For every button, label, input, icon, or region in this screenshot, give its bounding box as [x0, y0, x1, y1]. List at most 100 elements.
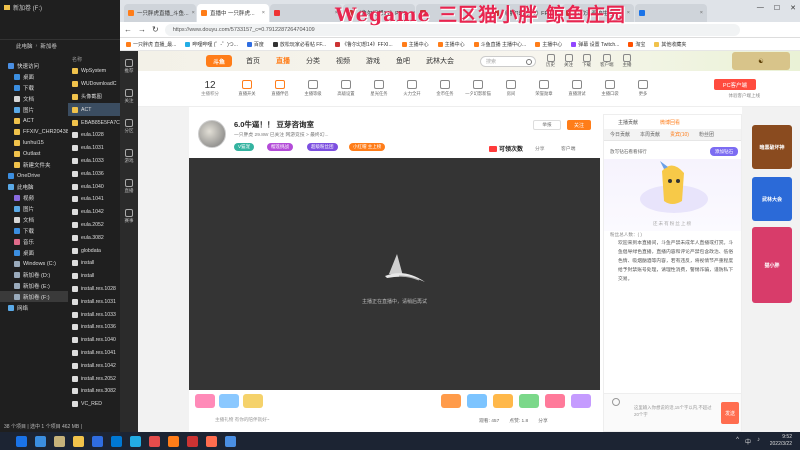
left-rail-item[interactable]: 赛事 — [120, 201, 138, 231]
bookmark-item[interactable]: 主播中心 — [401, 41, 429, 48]
anchor-tool-item[interactable]: 房间 — [498, 80, 524, 97]
list-item[interactable]: eula.1040 — [68, 180, 120, 193]
list-item[interactable]: eula.3082 — [68, 231, 120, 244]
chat-tab[interactable]: 贵宾(10) — [670, 131, 689, 138]
nav-item[interactable]: OneDrive — [0, 170, 68, 181]
list-item[interactable]: WpSystem — [68, 65, 120, 78]
anchor-tool-item[interactable]: 主播等级 — [300, 80, 326, 97]
taskbar-clock[interactable]: 9:52 2022/3/22 — [770, 434, 792, 448]
header-icon-item[interactable]: 客户端 — [600, 54, 614, 68]
anchor-tool-item[interactable]: 主播口袋 — [597, 80, 623, 97]
left-rail-item[interactable]: 游戏 — [120, 141, 138, 171]
column-header-name[interactable]: 名称 — [68, 56, 120, 65]
anchor-tool-item[interactable]: 更多 — [630, 80, 656, 97]
anchor-tool-item[interactable]: 高级设置 — [333, 80, 359, 97]
browser-tab[interactable]: 直播中 一只胖虎... × — [197, 4, 269, 22]
follow-button[interactable]: 关注 — [567, 120, 591, 130]
left-rail-item[interactable]: 关注 — [120, 81, 138, 111]
bookmark-item[interactable]: 哔哩哔哩 (゜-゜)つ... — [185, 41, 238, 48]
left-rail-item[interactable]: 分区 — [120, 111, 138, 141]
claim-count-button[interactable]: 可领次数 — [489, 144, 523, 153]
room-tag[interactable]: V猫宠 — [234, 143, 255, 151]
anchor-tool-item[interactable]: 火力全开 — [399, 80, 425, 97]
header-icon-item[interactable]: 历史 — [546, 54, 555, 68]
list-item[interactable]: eula.1031 — [68, 142, 120, 155]
header-icon-item[interactable]: 关注 — [564, 54, 573, 68]
nav-item[interactable]: 音乐 — [0, 236, 68, 247]
close-tab-icon[interactable]: × — [262, 10, 265, 16]
chat-tab[interactable]: 今日贡献 — [610, 131, 630, 138]
list-item[interactable]: VC_RED — [68, 398, 120, 411]
list-item[interactable]: globdata — [68, 244, 120, 257]
list-item[interactable]: eula.1028 — [68, 129, 120, 142]
browser-tab[interactable]: 一只胖虎直播_斗鱼... × — [124, 4, 196, 22]
ad-banner[interactable]: 暗黑破坏神 — [752, 125, 792, 169]
list-item[interactable]: install.res.1033 — [68, 308, 120, 321]
client-button[interactable]: 客户端 — [561, 145, 575, 152]
nav-item[interactable]: lunhui15 — [0, 137, 68, 148]
taskbar-app-icon[interactable] — [92, 435, 103, 447]
header-icon-item[interactable]: 主播 — [623, 54, 632, 68]
taskbar-app-icon[interactable] — [16, 435, 27, 447]
nav-item[interactable]: 新加卷 (F:) — [0, 291, 68, 302]
chat-top-link[interactable]: 微博回看 — [660, 119, 680, 126]
video-player[interactable]: 主播正在直播中，请稍后再试 — [189, 158, 600, 390]
gift-item[interactable] — [545, 394, 565, 408]
bookmark-item[interactable]: 弹幕 设置 Twitch... — [571, 41, 619, 48]
site-nav-item[interactable]: 武林大会 — [426, 56, 454, 66]
nav-item[interactable]: 桌面 — [0, 247, 68, 258]
close-icon[interactable]: ✕ — [790, 4, 796, 12]
bookmark-item[interactable]: 主播中心 — [437, 41, 465, 48]
refresh-icon[interactable]: ↻ — [152, 25, 159, 34]
list-item[interactable]: install.res.1040 — [68, 334, 120, 347]
site-nav-item[interactable]: 直播 — [276, 56, 290, 66]
taskbar-app-icon[interactable] — [54, 435, 65, 447]
bookmark-item[interactable]: 百度 — [246, 41, 264, 48]
address-segment[interactable]: 此电脑 — [16, 42, 33, 50]
browser-tab[interactable]: × — [635, 4, 707, 22]
nav-item[interactable]: 文档 — [0, 214, 68, 225]
nav-item[interactable]: 此电脑 — [0, 181, 68, 192]
anchor-tool-item[interactable]: 直播开关 — [234, 80, 260, 97]
chat-tab[interactable]: 本周贡献 — [640, 131, 660, 138]
nav-item[interactable]: 新建文件夹 — [0, 159, 68, 170]
gift-item[interactable] — [571, 394, 591, 408]
share-button[interactable]: 分享 — [535, 145, 545, 152]
taskbar-app-icon[interactable] — [168, 435, 179, 447]
taskbar-app-icon[interactable] — [206, 435, 217, 447]
gift-item[interactable] — [493, 394, 513, 408]
nav-item[interactable]: 网络 — [0, 302, 68, 313]
bookmark-item[interactable]: 斗鱼直播 主播中心... — [473, 41, 526, 48]
list-item[interactable]: eula.1036 — [68, 167, 120, 180]
ad-banner[interactable]: 武林大会 — [752, 177, 792, 221]
nav-item[interactable]: 新加卷 (E:) — [0, 280, 68, 291]
taskbar-app-icon[interactable] — [35, 435, 46, 447]
nav-item[interactable]: 图片 — [0, 104, 68, 115]
list-item[interactable]: WUDownloadC — [68, 78, 120, 91]
avatar[interactable] — [198, 120, 226, 148]
gift-item[interactable] — [519, 394, 539, 408]
maximize-icon[interactable]: ☐ — [774, 4, 780, 12]
send-button[interactable]: 发送 — [721, 402, 739, 424]
back-icon[interactable]: ← — [124, 25, 132, 34]
anchor-tool-item[interactable]: 荣誉勋章 — [531, 80, 557, 97]
nav-item[interactable]: 文档 — [0, 93, 68, 104]
bookmark-item[interactable]: 淘宝 — [628, 41, 645, 48]
ad-banner[interactable]: 猫小胖 — [752, 227, 792, 303]
taskbar-app-icon[interactable] — [187, 435, 198, 447]
nav-item[interactable]: Windows (C:) — [0, 258, 68, 269]
bookmark-item[interactable]: 主播中心 — [535, 41, 562, 48]
tray-icon[interactable]: 中 — [745, 437, 751, 446]
taskbar-app-icon[interactable] — [225, 435, 236, 447]
nav-item[interactable]: 下载 — [0, 82, 68, 93]
anchor-tool-item[interactable]: 星光任务 — [366, 80, 392, 97]
add-diamond-button[interactable]: 添加钻石 — [710, 147, 738, 156]
gift-item[interactable] — [243, 394, 263, 408]
douyu-logo[interactable]: 斗鱼 — [206, 55, 232, 67]
list-item[interactable]: install.res.1036 — [68, 321, 120, 334]
list-item[interactable]: install.res.1028 — [68, 283, 120, 296]
list-item[interactable]: EBAB85E5FA7C — [68, 116, 120, 129]
minimize-icon[interactable]: — — [757, 4, 764, 12]
anchor-tool-item[interactable]: 直播伴侣 — [267, 80, 293, 97]
list-item[interactable]: install — [68, 257, 120, 270]
